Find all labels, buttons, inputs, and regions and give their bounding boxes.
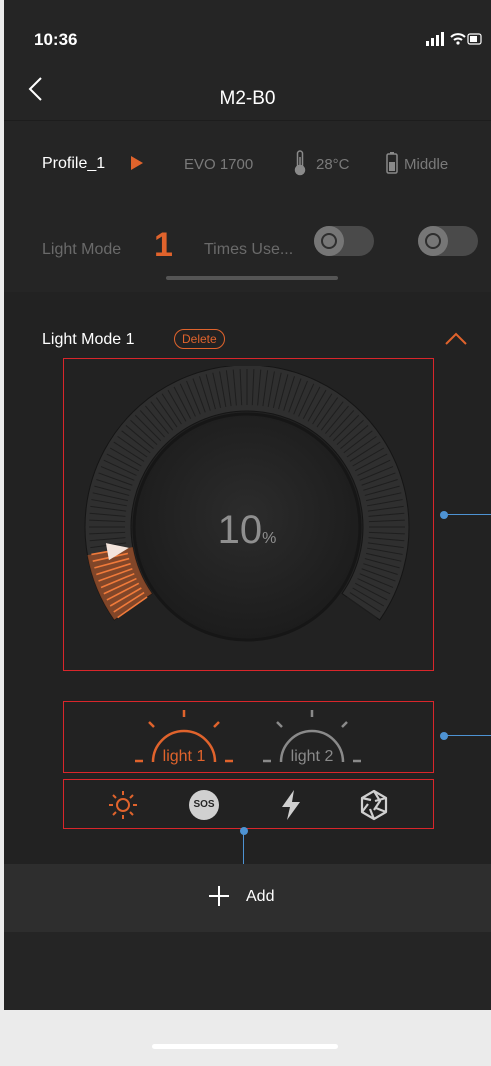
light-1-button[interactable]: light 1: [129, 708, 239, 770]
divider: [4, 120, 491, 121]
dial-value: 10%: [197, 508, 297, 553]
plus-icon[interactable]: [208, 885, 230, 907]
annotation-dot: [440, 511, 448, 519]
delete-button[interactable]: Delete: [174, 329, 225, 349]
strobe-icon[interactable]: [359, 789, 389, 821]
sos-label: SOS: [193, 799, 215, 810]
light-mode-label: Light Mode: [42, 241, 122, 258]
page-title: M2-B0: [219, 88, 276, 109]
light-2-label: light 2: [290, 748, 334, 765]
status-time: 10:36: [34, 30, 78, 49]
section-title: Light Mode 1: [42, 331, 135, 348]
chevron-up-icon[interactable]: [444, 332, 468, 346]
annotation-dot: [440, 732, 448, 740]
battery-icon: [386, 152, 398, 174]
annotation-line: [444, 514, 491, 515]
status-icons: [426, 32, 482, 46]
toggle-knob: [418, 226, 448, 256]
times-used-label: Times Use...: [204, 241, 294, 258]
times-used-toggle[interactable]: [314, 226, 374, 256]
dial-value-number: 10: [217, 508, 263, 552]
light-1-label: light 1: [162, 748, 206, 765]
flash-icon[interactable]: [280, 789, 302, 821]
secondary-toggle[interactable]: [418, 226, 478, 256]
app-screen: 10:36 M2-B0 Profile_1 EVO 1700 28°C Midd…: [4, 0, 491, 1010]
annotation-line: [444, 735, 491, 736]
battery-level: Middle: [404, 156, 449, 173]
sos-icon[interactable]: SOS: [189, 790, 219, 820]
annotation-dot: [240, 827, 248, 835]
lights-annotation-box: [63, 701, 434, 773]
profile-name[interactable]: Profile_1: [42, 155, 105, 173]
thermometer-icon: [294, 150, 306, 176]
dial-value-unit: %: [262, 530, 277, 547]
add-button[interactable]: Add: [246, 888, 274, 906]
temperature-value: 28°C: [316, 156, 350, 173]
home-indicator[interactable]: [152, 1044, 338, 1049]
brightness-icon[interactable]: [108, 790, 138, 820]
toggle-knob: [314, 226, 344, 256]
light-2-button[interactable]: light 2: [257, 708, 367, 770]
play-icon[interactable]: [130, 155, 144, 171]
horizontal-scrollbar[interactable]: [166, 276, 338, 280]
device-model: EVO 1700: [184, 156, 254, 173]
light-mode-number[interactable]: 1: [154, 226, 173, 265]
